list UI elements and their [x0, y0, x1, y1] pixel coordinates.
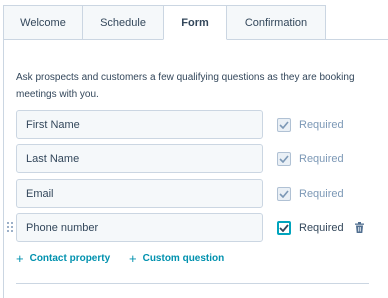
tab-confirmation[interactable]: Confirmation	[226, 5, 326, 40]
required-toggle-email[interactable]: Required	[277, 186, 344, 202]
required-toggle-first-name[interactable]: Required	[277, 117, 344, 133]
check-icon[interactable]	[277, 187, 291, 201]
required-label: Required	[299, 222, 344, 234]
trash-icon[interactable]	[355, 222, 364, 233]
field-first-name: First Name	[16, 110, 263, 139]
add-custom-question-link[interactable]: + Custom question	[129, 250, 225, 266]
drag-handle-icon[interactable]	[7, 222, 13, 233]
add-contact-property-label: Contact property	[29, 253, 111, 264]
field-phone-number[interactable]: Phone number	[16, 213, 263, 242]
plus-icon: +	[16, 250, 24, 266]
check-icon[interactable]	[277, 118, 291, 132]
field-email: Email	[16, 179, 263, 208]
required-label: Required	[299, 188, 344, 200]
required-toggle-last-name[interactable]: Required	[277, 151, 344, 167]
tab-schedule[interactable]: Schedule	[82, 5, 164, 40]
required-label: Required	[299, 153, 344, 165]
check-icon[interactable]	[277, 152, 291, 166]
form-description: Ask prospects and customers a few qualif…	[16, 72, 355, 100]
add-custom-question-label: Custom question	[142, 253, 225, 264]
section-divider	[16, 283, 369, 284]
check-icon[interactable]	[277, 221, 291, 235]
tab-welcome[interactable]: Welcome	[3, 5, 83, 40]
plus-icon: +	[129, 250, 137, 266]
required-label: Required	[299, 119, 344, 131]
add-contact-property-link[interactable]: + Contact property	[16, 250, 111, 266]
tab-form[interactable]: Form	[163, 5, 227, 40]
field-last-name: Last Name	[16, 144, 263, 173]
required-toggle-phone-number[interactable]: Required	[277, 220, 344, 236]
tab-bar: Welcome Schedule Form Confirmation	[3, 5, 326, 40]
